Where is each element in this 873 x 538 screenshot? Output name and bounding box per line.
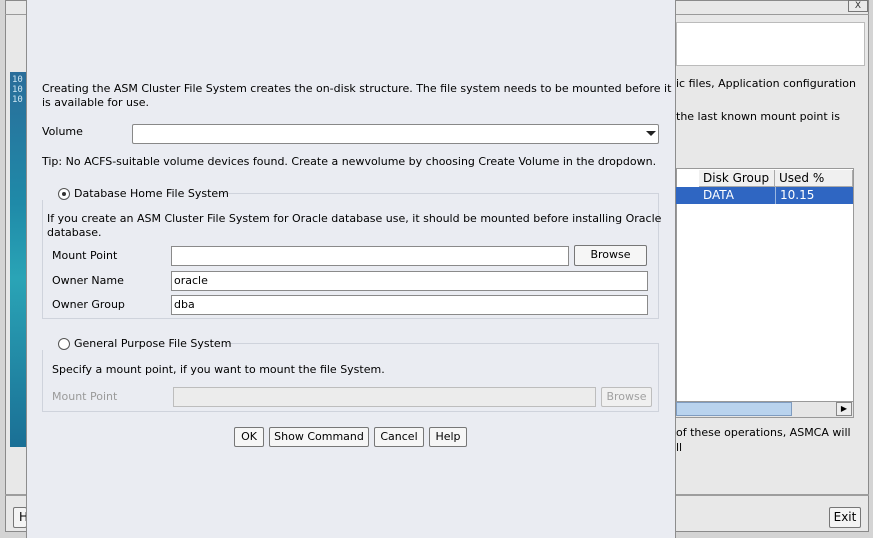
radio-selected-dot <box>62 192 66 196</box>
tip-text: Tip: No ACFS-suitable volume devices fou… <box>42 155 657 168</box>
database-home-radio[interactable] <box>58 188 70 200</box>
table-header-used[interactable]: Used % <box>775 170 853 187</box>
owner-group-label: Owner Group <box>52 298 125 311</box>
background-text: of these operations, ASMCA will <box>676 426 851 439</box>
background-text: ll <box>676 441 683 454</box>
left-graphic-text: 10 <box>12 75 23 85</box>
left-graphic-strip <box>10 72 26 447</box>
general-purpose-radio[interactable] <box>58 338 70 350</box>
database-home-description: If you create an ASM Cluster File System… <box>47 212 662 225</box>
intro-text: Creating the ASM Cluster File System cre… <box>42 82 672 95</box>
close-icon[interactable]: X <box>848 0 868 12</box>
volume-dropdown[interactable] <box>132 124 659 144</box>
table-cell-used: 10.15 <box>775 187 856 204</box>
mount-point-input[interactable] <box>171 246 569 266</box>
background-header-panel <box>676 22 865 66</box>
left-graphic-text: 10 <box>12 95 23 105</box>
table-header-disk-group[interactable]: Disk Group <box>699 170 775 187</box>
database-home-description: database. <box>47 226 102 239</box>
background-text: ic files, Application configuration <box>676 77 857 90</box>
left-graphic-text: 10 <box>12 85 23 95</box>
background-table <box>676 168 854 418</box>
show-command-button[interactable]: Show Command <box>269 427 369 447</box>
general-browse-button[interactable]: Browse <box>601 387 652 407</box>
owner-name-label: Owner Name <box>52 274 124 287</box>
cancel-button[interactable]: Cancel <box>374 427 424 447</box>
exit-button[interactable]: Exit <box>829 507 861 528</box>
general-mount-point-input[interactable] <box>173 387 596 407</box>
general-mount-point-label: Mount Point <box>52 390 118 403</box>
database-home-label[interactable]: Database Home File System <box>74 187 229 200</box>
general-purpose-label[interactable]: General Purpose File System <box>74 337 231 350</box>
intro-text: is available for use. <box>42 96 150 109</box>
ok-button[interactable]: OK <box>234 427 264 447</box>
help-button-partial[interactable]: H <box>13 507 28 528</box>
table-cell-disk-group: DATA <box>703 188 734 202</box>
browse-button[interactable]: Browse <box>574 245 647 266</box>
scrollbar-thumb[interactable] <box>676 402 792 416</box>
chevron-down-icon[interactable] <box>646 131 656 136</box>
owner-name-input[interactable]: oracle <box>171 271 648 291</box>
scroll-right-icon[interactable]: ▶ <box>836 402 852 416</box>
volume-label: Volume <box>42 125 83 138</box>
help-button[interactable]: Help <box>429 427 467 447</box>
owner-group-input[interactable]: dba <box>171 295 648 315</box>
mount-point-label: Mount Point <box>52 249 118 262</box>
background-text: the last known mount point is <box>676 110 840 123</box>
general-purpose-description: Specify a mount point, if you want to mo… <box>52 363 385 376</box>
